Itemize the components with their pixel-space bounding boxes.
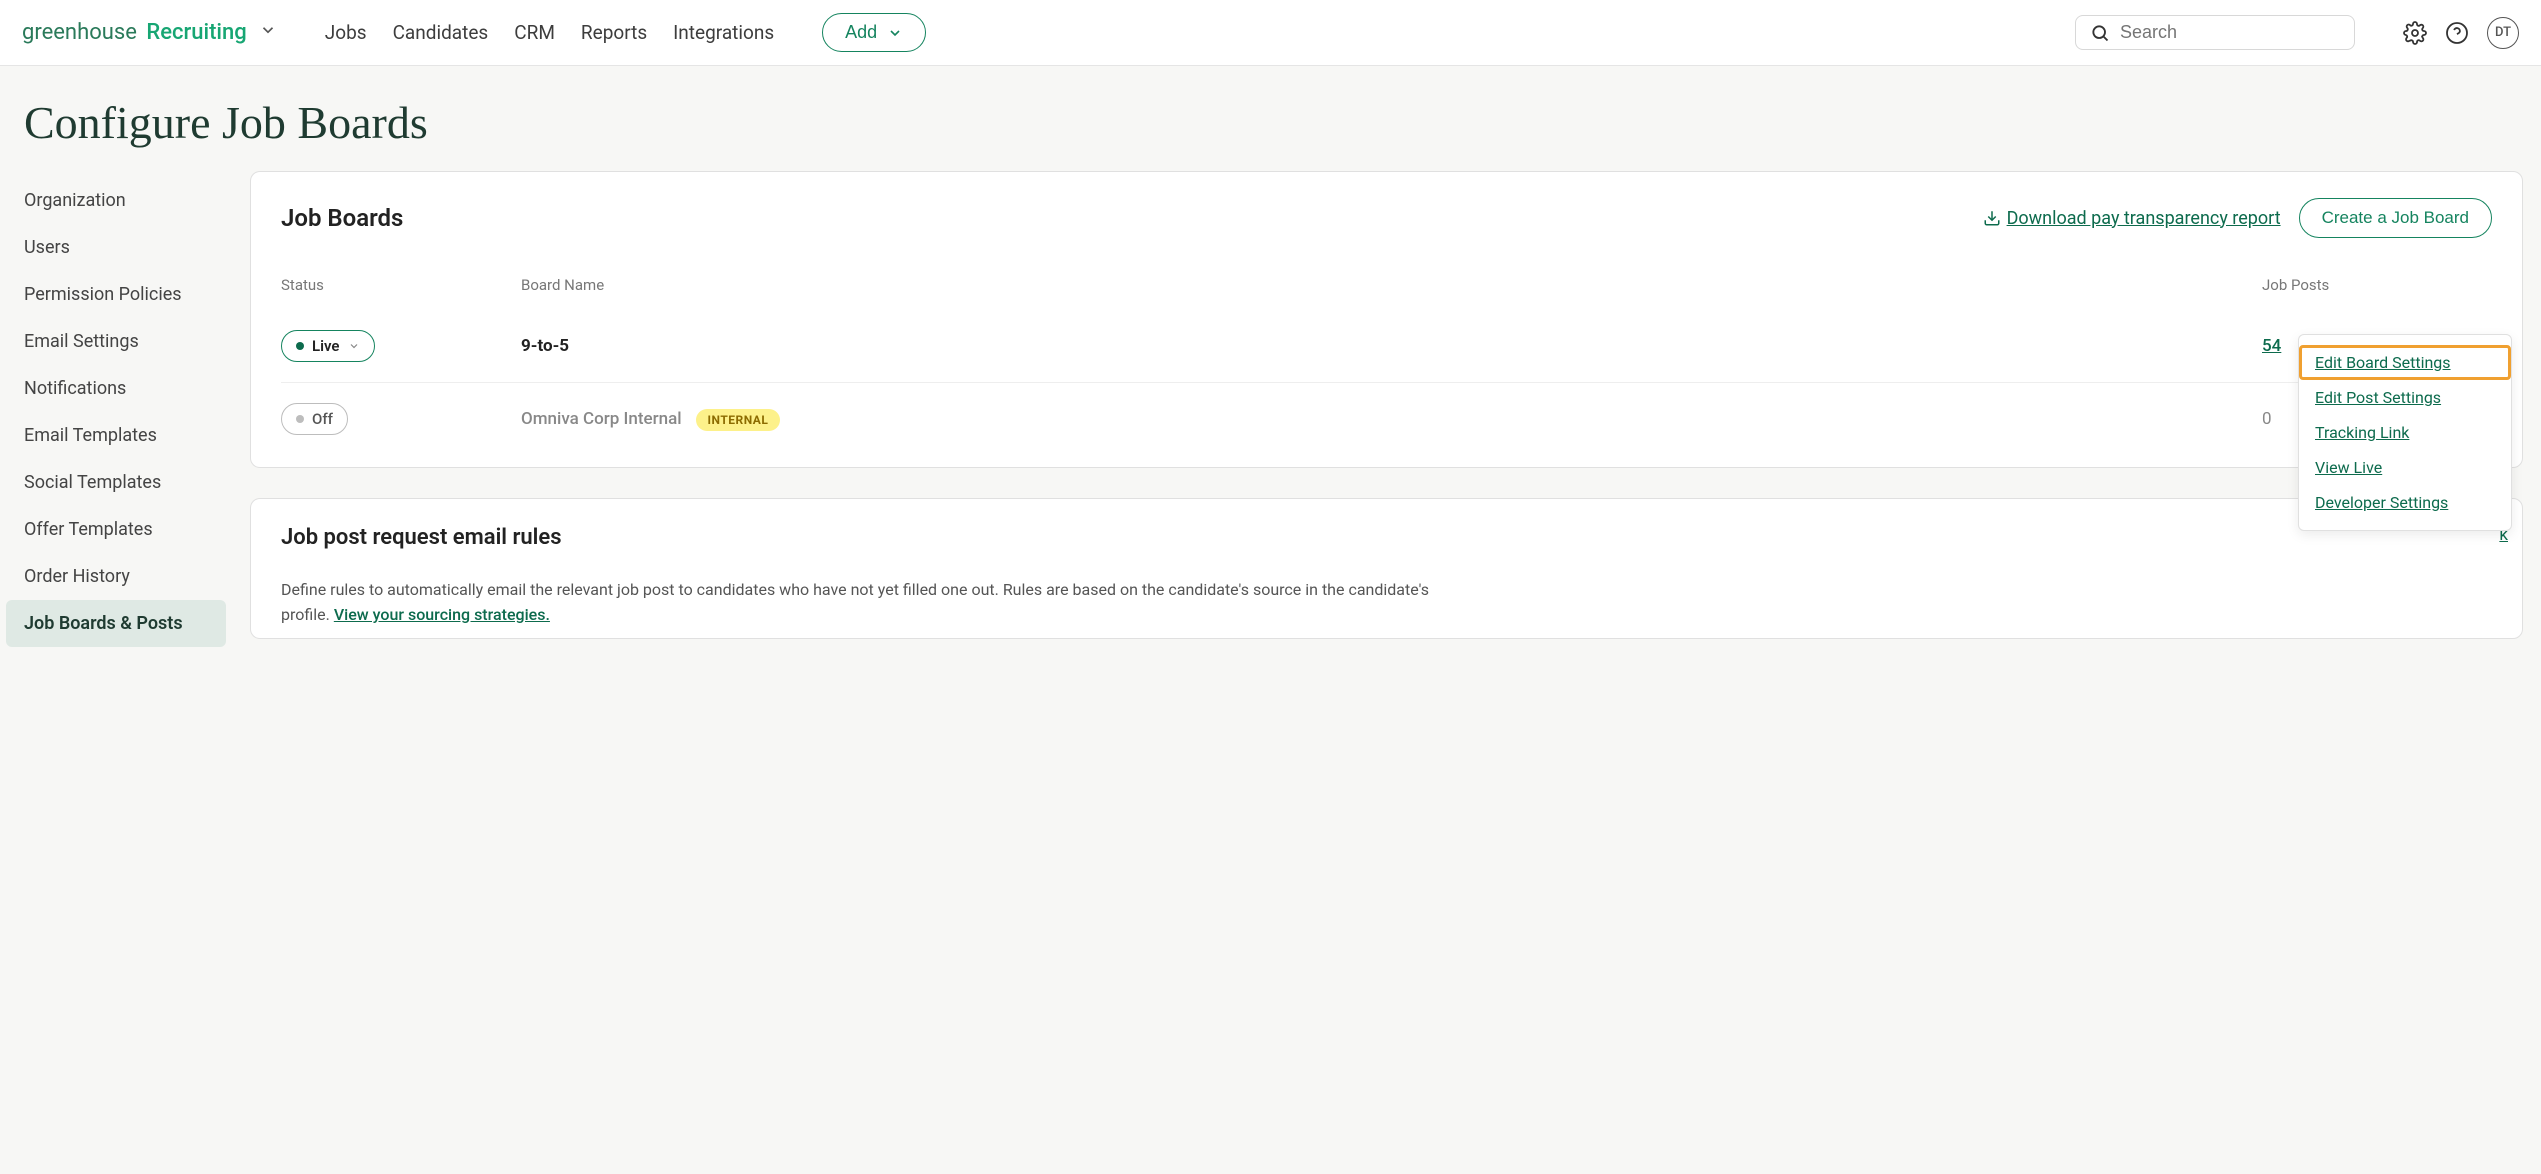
internal-badge: INTERNAL <box>696 409 781 431</box>
job-boards-card: Job Boards Download pay transparency rep… <box>250 171 2523 468</box>
table-row: Off Omniva Corp Internal INTERNAL 0 <box>281 383 2492 441</box>
download-report-label: Download pay transparency report <box>2007 208 2281 229</box>
nav-reports[interactable]: Reports <box>581 21 647 44</box>
board-name: Omniva Corp Internal <box>521 409 682 429</box>
brand-text-2: Recruiting <box>146 20 246 45</box>
brand-logo[interactable]: greenhouse Recruiting <box>22 20 277 45</box>
table-row: Live 9-to-5 54 ••• <box>281 310 2492 383</box>
sidebar-item-order-history[interactable]: Order History <box>0 553 232 600</box>
nav-candidates[interactable]: Candidates <box>393 21 489 44</box>
sidebar-item-email-templates[interactable]: Email Templates <box>0 412 232 459</box>
email-rules-title: Job post request email rules <box>281 525 2492 550</box>
download-report-link[interactable]: Download pay transparency report <box>1983 208 2281 229</box>
board-name: 9-to-5 <box>521 336 2262 356</box>
job-posts-count-link[interactable]: 54 <box>2262 336 2281 356</box>
sidebar: Organization Users Permission Policies E… <box>0 171 232 667</box>
nav-jobs[interactable]: Jobs <box>325 21 367 44</box>
job-boards-table: Status Board Name Job Posts Live <box>281 268 2492 441</box>
chevron-down-icon <box>348 340 360 352</box>
search-icon <box>2090 23 2110 43</box>
status-pill-off[interactable]: Off <box>281 403 348 435</box>
chevron-down-icon <box>887 25 903 41</box>
sidebar-item-users[interactable]: Users <box>0 224 232 271</box>
menu-tracking-link[interactable]: Tracking Link <box>2299 415 2511 450</box>
menu-edit-post-settings[interactable]: Edit Post Settings <box>2299 380 2511 415</box>
avatar[interactable]: DT <box>2487 17 2519 49</box>
top-nav: greenhouse Recruiting Jobs Candidates CR… <box>0 0 2541 66</box>
add-button[interactable]: Add <box>822 13 926 52</box>
download-icon <box>1983 209 2001 227</box>
job-boards-title: Job Boards <box>281 204 403 232</box>
page-title: Configure Job Boards <box>0 66 2541 171</box>
email-rules-body: Define rules to automatically email the … <box>281 578 1481 628</box>
gear-icon[interactable] <box>2403 21 2427 45</box>
sidebar-item-offer-templates[interactable]: Offer Templates <box>0 506 232 553</box>
menu-view-live[interactable]: View Live <box>2299 450 2511 485</box>
search-field[interactable] <box>2075 15 2355 50</box>
sourcing-strategies-link[interactable]: View your sourcing strategies. <box>334 605 550 624</box>
status-dot-icon <box>296 415 304 423</box>
sidebar-item-job-boards-posts[interactable]: Job Boards & Posts <box>6 600 226 647</box>
nav-crm[interactable]: CRM <box>514 21 555 44</box>
brand-text-1: greenhouse <box>22 20 137 45</box>
row-actions-menu: Edit Board Settings Edit Post Settings T… <box>2298 334 2512 531</box>
menu-developer-settings[interactable]: Developer Settings <box>2299 485 2511 520</box>
menu-edit-board-settings[interactable]: Edit Board Settings <box>2299 345 2511 380</box>
help-icon[interactable] <box>2445 21 2469 45</box>
sidebar-item-notifications[interactable]: Notifications <box>0 365 232 412</box>
main-content: Job Boards Download pay transparency rep… <box>232 171 2541 699</box>
sidebar-item-email-settings[interactable]: Email Settings <box>0 318 232 365</box>
status-label: Live <box>312 337 340 355</box>
nav-integrations[interactable]: Integrations <box>673 21 774 44</box>
col-job-posts: Job Posts <box>2262 276 2412 294</box>
status-dot-icon <box>296 342 304 350</box>
col-board-name: Board Name <box>521 276 2262 294</box>
sidebar-item-permission-policies[interactable]: Permission Policies <box>0 271 232 318</box>
email-rules-card: k Job post request email rules Define ru… <box>250 498 2523 639</box>
add-button-label: Add <box>845 22 877 43</box>
create-job-board-button[interactable]: Create a Job Board <box>2299 198 2492 238</box>
sidebar-item-social-templates[interactable]: Social Templates <box>0 459 232 506</box>
top-icons: DT <box>2403 17 2519 49</box>
status-label: Off <box>312 410 333 428</box>
sidebar-item-organization[interactable]: Organization <box>0 177 232 224</box>
avatar-initials: DT <box>2495 25 2511 40</box>
chevron-down-icon[interactable] <box>259 21 277 39</box>
status-pill-live[interactable]: Live <box>281 330 375 362</box>
search-input[interactable] <box>2120 22 2340 43</box>
col-status: Status <box>281 276 521 294</box>
nav-links: Jobs Candidates CRM Reports Integrations <box>325 21 774 44</box>
